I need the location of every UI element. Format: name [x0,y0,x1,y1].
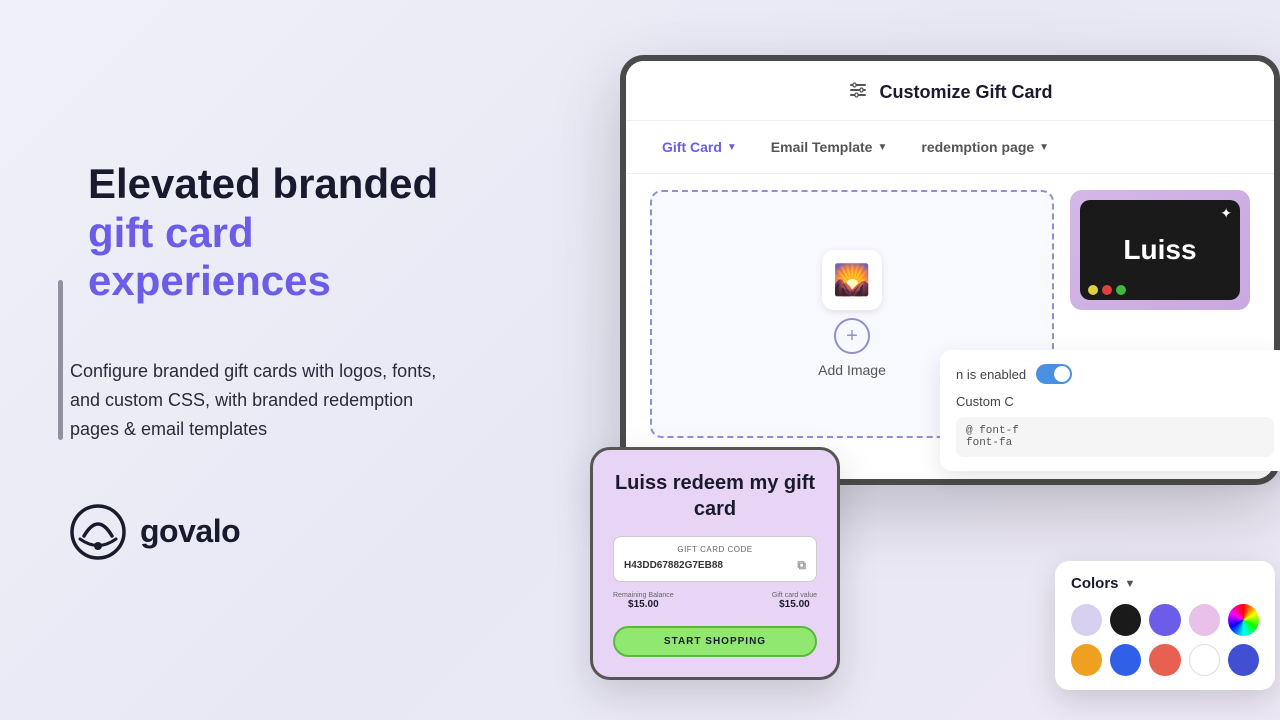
css-toggle[interactable] [1036,364,1072,384]
gift-card-value-item: Gift card value $15.00 [772,592,817,610]
tab-redemption-page[interactable]: redemption page ▼ [909,133,1061,161]
css-enabled-row: n is enabled [956,364,1274,384]
luiss-card-inner: Luiss ✦ [1080,200,1240,300]
colors-panel: Colors ▼ [1055,561,1275,690]
color-swatch-pink[interactable] [1189,604,1220,636]
govalo-logo-icon [70,504,126,560]
remaining-balance-item: Remaining Balance $15.00 [613,592,674,610]
color-swatch-black[interactable] [1110,604,1141,636]
color-swatch-orange[interactable] [1071,644,1102,676]
gift-card-code-label: GIFT CARD CODE [624,545,806,554]
colors-title: Colors [1071,575,1119,592]
plus-circle-icon[interactable]: + [834,318,870,354]
tab-gift-card-chevron: ▼ [727,142,737,153]
color-swatch-blue[interactable] [1110,644,1141,676]
tab-gift-card[interactable]: Gift Card ▼ [650,133,749,161]
css-toggle-dot [1054,366,1070,382]
logo-text: govalo [140,513,240,550]
customize-icon [847,79,869,106]
luiss-text: Luiss [1123,234,1196,266]
css-line1: @ font-f [966,425,1264,437]
left-section: Elevated branded gift card experiences C… [0,0,520,720]
redemption-panel: Luiss redeem my gift card GIFT CARD CODE… [590,447,840,680]
color-swatch-rainbow[interactable] [1228,604,1259,636]
gift-card-value: $15.00 [772,599,817,610]
add-image-icon-container: 🌄 [822,250,882,310]
tab-email-template-chevron: ▼ [877,142,887,153]
color-swatch-white[interactable] [1189,644,1220,676]
colors-row-1 [1071,604,1259,636]
redemption-title: Luiss redeem my gift card [613,470,817,522]
headline-line1: Elevated branded [88,160,460,208]
code-text: H43DD67882G7EB88 [624,560,723,571]
gift-card-code-box: GIFT CARD CODE H43DD67882G7EB88 ⧉ [613,536,817,582]
custom-css-label: Custom C [956,394,1274,409]
luiss-gift-card: Luiss ✦ [1070,190,1250,310]
window-tabs[interactable]: Gift Card ▼ Email Template ▼ redemption … [626,121,1274,174]
copy-icon[interactable]: ⧉ [797,558,806,573]
luiss-dot-1 [1088,285,1098,295]
luiss-dot-3 [1116,285,1126,295]
css-panel: n is enabled Custom C @ font-f font-fa [940,350,1280,471]
tab-redemption-page-chevron: ▼ [1039,142,1049,153]
window-header: Customize Gift Card [626,61,1274,121]
css-enabled-label: n is enabled [956,367,1026,382]
headline-line2: gift card experiences [88,209,460,306]
balance-row: Remaining Balance $15.00 Gift card value… [613,592,817,610]
remaining-balance-value: $15.00 [613,599,674,610]
color-swatch-dark-blue[interactable] [1228,644,1259,676]
tab-email-template-label: Email Template [771,139,873,155]
gift-card-code-value: H43DD67882G7EB88 ⧉ [624,558,806,573]
color-swatch-coral[interactable] [1149,644,1180,676]
luiss-dots [1088,285,1126,295]
color-swatch-lavender[interactable] [1071,604,1102,636]
colors-grid [1071,604,1259,676]
color-swatch-purple[interactable] [1149,604,1180,636]
headline: Elevated branded gift card experiences [70,160,460,305]
tab-redemption-page-label: redemption page [921,139,1034,155]
right-section: Customize Gift Card Gift Card ▼ Email Te… [580,40,1280,700]
colors-chevron[interactable]: ▼ [1125,578,1136,590]
image-icon: 🌄 [833,263,870,298]
add-image-label: Add Image [818,362,886,378]
luiss-sparkle-icon: ✦ [1220,205,1232,222]
luiss-dot-2 [1102,285,1112,295]
description: Configure branded gift cards with logos,… [70,357,460,443]
tab-email-template[interactable]: Email Template ▼ [759,133,900,161]
gift-card-value-label: Gift card value [772,592,817,599]
start-shopping-button[interactable]: START SHOPPING [613,626,817,657]
remaining-balance-label: Remaining Balance [613,592,674,599]
css-textarea[interactable]: @ font-f font-fa [956,417,1274,457]
tab-gift-card-label: Gift Card [662,139,722,155]
window-title: Customize Gift Card [879,82,1052,103]
colors-row-2 [1071,644,1259,676]
accent-line [58,280,63,440]
css-line2: font-fa [966,437,1264,449]
colors-header: Colors ▼ [1071,575,1259,592]
logo-area: govalo [70,504,460,560]
